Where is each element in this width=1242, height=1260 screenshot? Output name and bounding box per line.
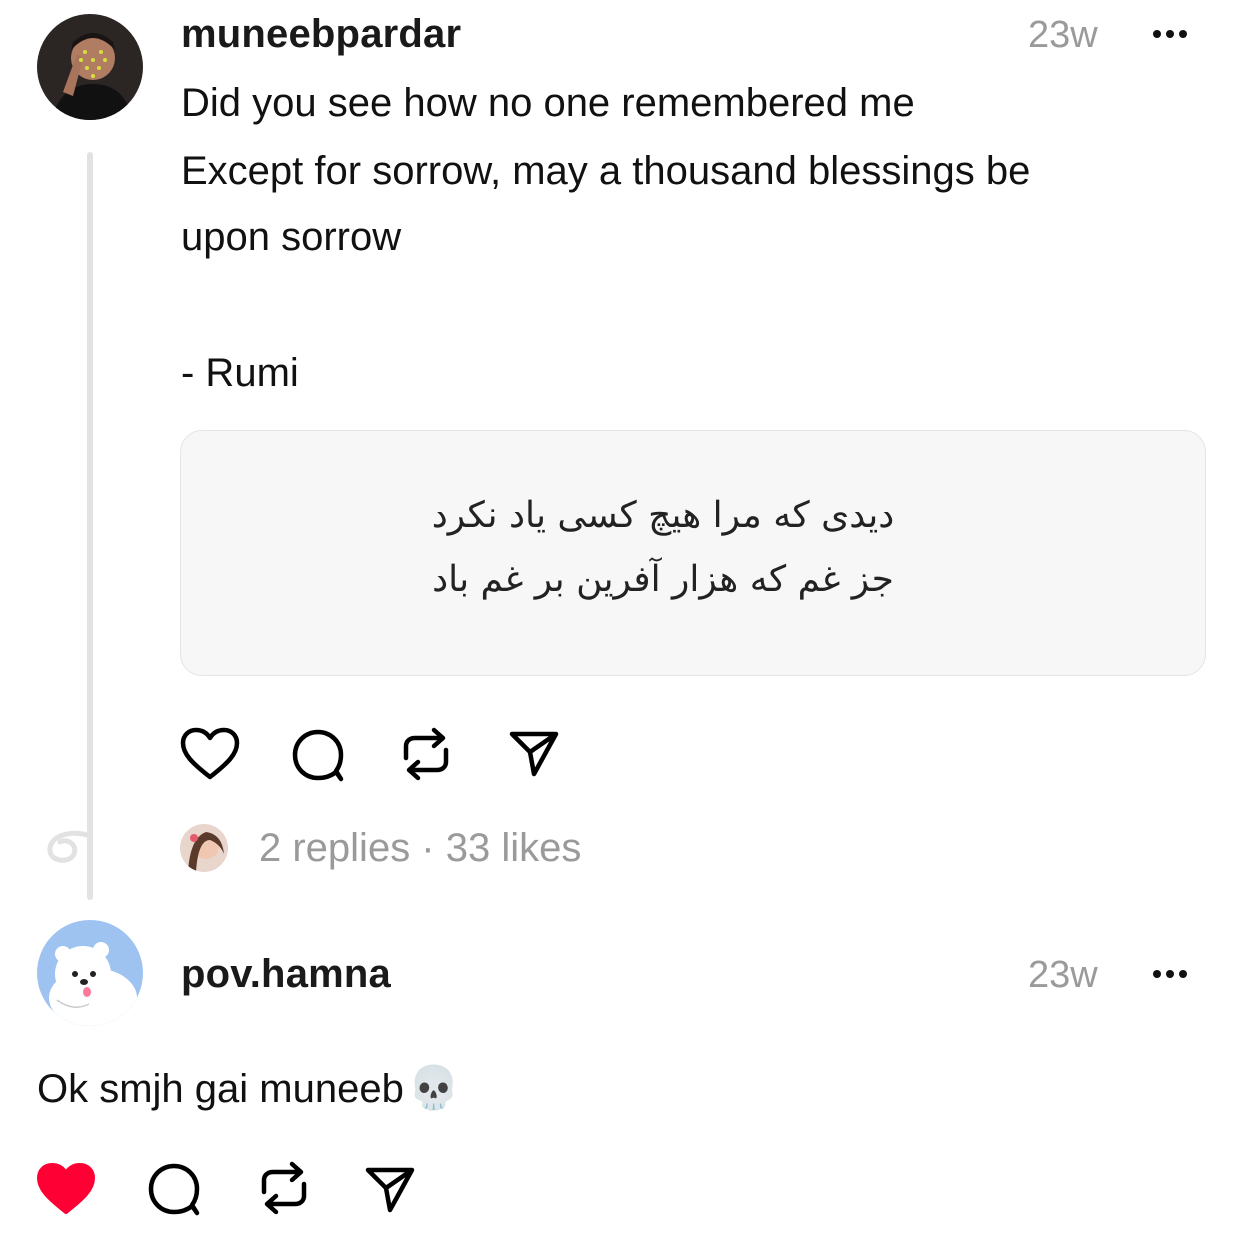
heart-filled-icon[interactable] (36, 1162, 96, 1216)
post-image[interactable]: دیدی که مرا هیچ کسی یاد نکرد جز غم که هز… (180, 430, 1206, 676)
post-text-line-1: Did you see how no one remembered me (181, 81, 915, 125)
post-timestamp: 23w (1028, 14, 1098, 56)
more-options-icon[interactable] (1153, 30, 1187, 38)
reply-text: Ok smjh gai muneeb💀 (37, 1064, 460, 1113)
comment-icon[interactable] (290, 726, 348, 784)
post-text-attribution: - Rumi (181, 351, 299, 395)
heart-icon[interactable] (180, 727, 240, 781)
image-verse-line-1: دیدی که مرا هیچ کسی یاد نکرد (431, 495, 895, 536)
post-stats[interactable]: 2 replies · 33 likes (259, 826, 581, 871)
reply-comment-icon[interactable] (146, 1160, 204, 1218)
avatar-pov-hamna[interactable] (37, 920, 143, 1026)
skull-emoji: 💀 (407, 1064, 461, 1111)
reply-timestamp: 23w (1028, 954, 1098, 996)
thread-connector-icon (44, 828, 96, 877)
reply-repost-icon[interactable] (256, 1158, 312, 1218)
image-verse-line-2: جز غم که هزار آفرین بر غم باد (432, 559, 894, 600)
share-icon[interactable] (508, 728, 560, 778)
thread-line (87, 152, 93, 900)
reply-share-icon[interactable] (364, 1164, 416, 1214)
reply-username[interactable]: pov.hamna (181, 952, 391, 997)
replier-avatar[interactable] (180, 824, 228, 872)
avatar-muneebpardar[interactable] (37, 14, 143, 120)
post-username[interactable]: muneebpardar (181, 12, 461, 57)
reply-more-options-icon[interactable] (1153, 970, 1187, 978)
reply-text-body: Ok smjh gai muneeb (37, 1067, 404, 1111)
repost-icon[interactable] (398, 724, 454, 784)
post-text-line-2: Except for sorrow, may a thousand blessi… (181, 149, 1031, 259)
